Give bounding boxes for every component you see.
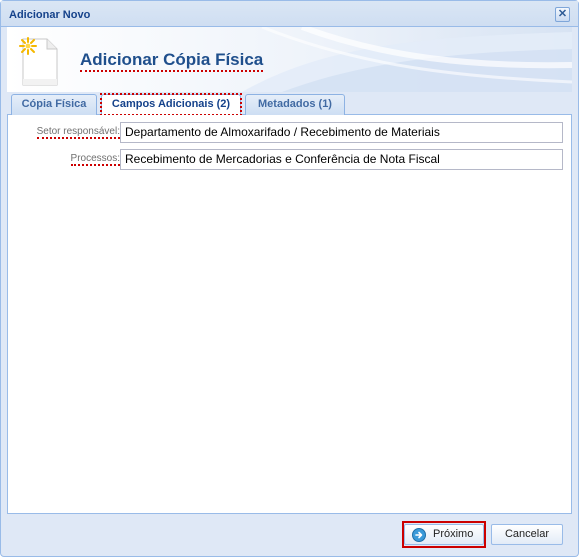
new-document-icon — [19, 37, 58, 86]
next-button[interactable]: Próximo — [402, 521, 486, 548]
setor-responsavel-label: Setor responsável: — [36, 126, 120, 139]
tab-metadados[interactable]: Metadados (1) — [245, 94, 345, 115]
tab-label: Metadados (1) — [258, 98, 332, 110]
dialog-title: Adicionar Novo — [9, 9, 91, 21]
dialog-footer: Próximo Cancelar — [1, 514, 578, 556]
form-row-setor: Setor responsável: Departamento de Almox… — [8, 122, 573, 144]
dialog-titlebar[interactable]: Adicionar Novo ✕ — [1, 1, 578, 27]
form-row-processos: Processos: Recebimento de Mercadorias e … — [8, 149, 573, 171]
tab-highlight-outline — [100, 93, 242, 116]
close-button[interactable]: ✕ — [555, 7, 570, 22]
tab-copia-fisica[interactable]: Cópia Física — [11, 94, 97, 115]
cancel-button[interactable]: Cancelar — [491, 524, 563, 545]
cancel-button-label: Cancelar — [504, 528, 550, 540]
close-icon: ✕ — [557, 8, 568, 20]
dialog-window: Adicionar Novo ✕ Adicionar Cópia Física … — [0, 0, 579, 557]
tab-strip: Cópia Física Campos Adicionais (2) Metad… — [7, 92, 572, 116]
setor-responsavel-field[interactable]: Departamento de Almoxarifado / Recebimen… — [120, 122, 563, 143]
tab-campos-adicionais[interactable]: Campos Adicionais (2) — [100, 93, 242, 116]
header-title: Adicionar Cópia Física — [80, 51, 264, 72]
arrow-right-circle-icon — [412, 528, 426, 542]
dialog-header: Adicionar Cópia Física — [7, 27, 572, 92]
processos-field[interactable]: Recebimento de Mercadorias e Conferência… — [120, 149, 563, 170]
tab-content-panel: Setor responsável: Departamento de Almox… — [7, 115, 572, 514]
next-button-label: Próximo — [433, 528, 474, 540]
header-background-swirl — [242, 27, 572, 92]
processos-label: Processos: — [70, 153, 120, 166]
tab-label: Cópia Física — [21, 98, 87, 110]
